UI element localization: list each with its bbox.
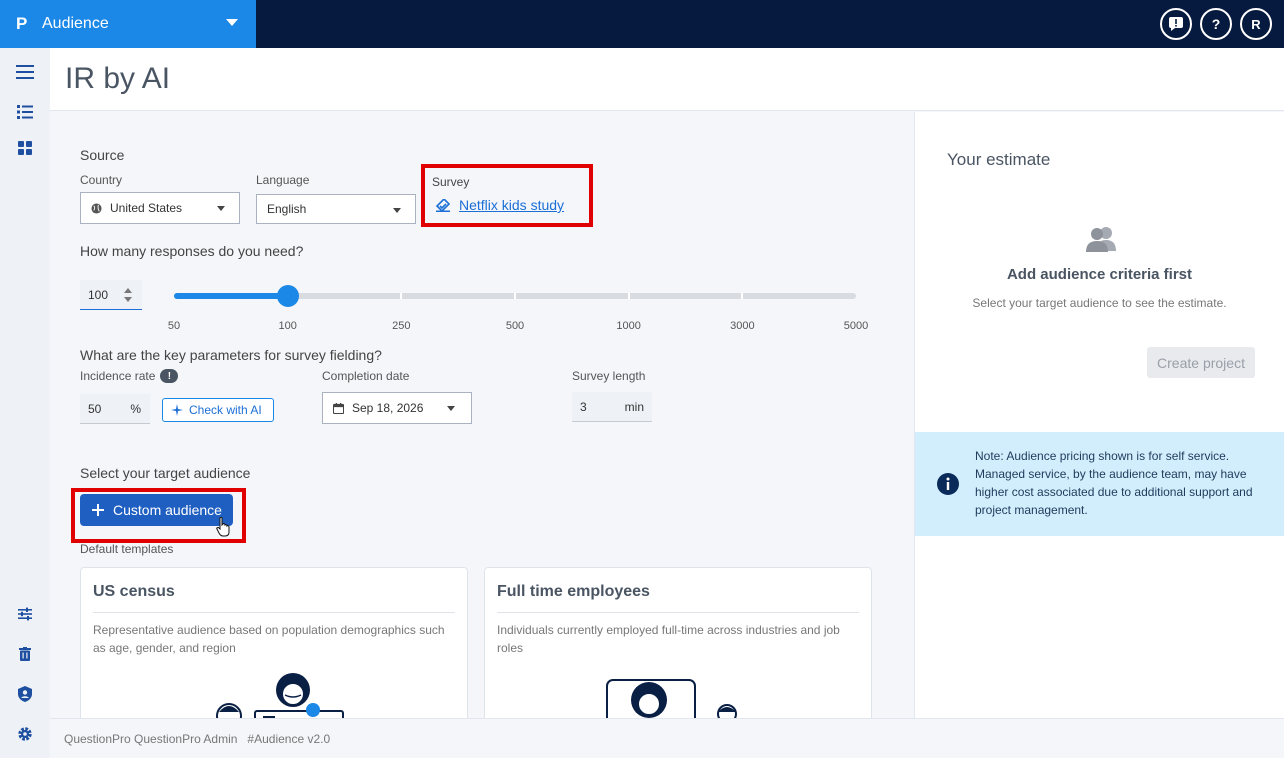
users-icon xyxy=(1086,227,1116,252)
footer: QuestionPro QuestionPro Admin #Audience … xyxy=(50,718,1284,758)
gear-icon[interactable] xyxy=(15,724,35,744)
incidence-unit: % xyxy=(130,401,141,416)
language-value: English xyxy=(267,202,307,216)
plus-icon xyxy=(92,504,104,516)
incidence-label: Incidence rate xyxy=(80,369,156,383)
page-title: IR by AI xyxy=(65,62,171,95)
slider-tick-label: 250 xyxy=(392,320,411,332)
incidence-label-row: Incidence rate ! xyxy=(80,369,179,383)
slider-tick-label: 3000 xyxy=(730,320,755,332)
country-label: Country xyxy=(80,173,123,187)
incidence-value: 50 xyxy=(88,401,102,416)
chevron-down-icon xyxy=(393,208,401,213)
slider-tick xyxy=(514,293,516,299)
incidence-input[interactable]: 50 % xyxy=(80,394,150,424)
responses-value: 100 xyxy=(88,287,109,302)
estimate-empty-title: Add audience criteria first xyxy=(1006,266,1193,283)
survey-length-unit: min xyxy=(624,399,644,414)
slider-tick-label: 100 xyxy=(278,320,297,332)
pricing-note-text: Note: Audience pricing shown is for self… xyxy=(975,449,1253,517)
survey-link-text[interactable]: Netflix kids study xyxy=(459,197,564,213)
spinner-icon[interactable] xyxy=(123,287,133,303)
calendar-icon xyxy=(333,402,344,414)
templates-label: Default templates xyxy=(80,542,174,556)
chevron-down-icon xyxy=(447,406,455,411)
slider-tick xyxy=(741,293,744,299)
completion-value: Sep 18, 2026 xyxy=(352,401,424,415)
responses-slider[interactable] xyxy=(174,285,856,307)
pricing-note: Note: Audience pricing shown is for self… xyxy=(915,432,1284,536)
slider-tick-label: 500 xyxy=(505,320,525,332)
check-with-ai-button[interactable]: Check with AI xyxy=(162,398,274,422)
source-heading: Source xyxy=(80,147,125,163)
help-button[interactable]: ? xyxy=(1200,8,1232,40)
trash-icon[interactable] xyxy=(15,644,35,664)
completion-label: Completion date xyxy=(322,369,410,383)
check-with-ai-label: Check with AI xyxy=(189,403,262,417)
custom-audience-label: Custom audience xyxy=(113,502,222,518)
card-description: Representative audience based on populat… xyxy=(93,623,445,655)
survey-length-label: Survey length xyxy=(572,369,646,383)
footer-text: QuestionPro QuestionPro Admin #Audience … xyxy=(64,731,331,746)
slider-thumb[interactable] xyxy=(276,285,299,307)
survey-highlight xyxy=(421,164,593,227)
user-avatar[interactable]: R xyxy=(1240,8,1272,40)
dashboard-icon[interactable] xyxy=(15,138,35,158)
template-card-full-time-employees[interactable]: Full time employees Individuals currentl… xyxy=(484,567,872,718)
language-label: Language xyxy=(256,173,310,187)
survey-link[interactable]: Netflix kids study xyxy=(436,197,564,213)
page-header: IR by AI xyxy=(50,48,1284,111)
people-illustration-icon xyxy=(216,673,344,718)
left-rail xyxy=(0,48,50,758)
chat-alert-icon xyxy=(1169,17,1183,31)
sliders-icon[interactable] xyxy=(15,604,35,624)
estimate-panel: Your estimate Add audience criteria firs… xyxy=(914,112,1284,718)
language-select[interactable]: English xyxy=(256,194,416,224)
slider-tick-label: 5000 xyxy=(843,320,869,332)
slider-tick-label: 1000 xyxy=(616,320,641,332)
card-title: US census xyxy=(93,583,175,600)
chevron-down-icon xyxy=(217,206,225,211)
template-card-us-census[interactable]: US census Representative audience based … xyxy=(80,567,468,718)
slider-tick xyxy=(400,293,403,299)
employee-illustration-icon xyxy=(606,679,737,718)
slider-tick xyxy=(627,293,630,299)
globe-icon xyxy=(91,202,102,214)
audience-heading: Select your target audience xyxy=(80,465,251,481)
menu-icon[interactable] xyxy=(15,62,35,82)
app-switcher[interactable]: P Audience xyxy=(0,0,256,48)
shield-user-icon[interactable] xyxy=(15,684,35,704)
info-icon xyxy=(937,473,959,495)
survey-icon xyxy=(436,198,450,212)
main-panel: Source Country United States Language En… xyxy=(50,112,913,718)
info-alert-icon[interactable]: ! xyxy=(160,369,179,383)
list-icon[interactable] xyxy=(15,102,35,122)
top-bar: P Audience ? R xyxy=(0,0,1284,48)
hand-cursor-icon xyxy=(216,517,230,537)
create-project-button[interactable]: Create project xyxy=(1147,347,1255,378)
country-value: United States xyxy=(110,201,183,215)
survey-label: Survey xyxy=(432,175,470,189)
slider-tick-label: 50 xyxy=(167,320,181,332)
sparkle-icon xyxy=(171,404,183,416)
card-description: Individuals currently employed full-time… xyxy=(497,623,840,655)
country-select[interactable]: United States xyxy=(80,192,240,224)
app-name: Audience xyxy=(42,15,109,32)
chevron-down-icon xyxy=(226,19,238,26)
brand-logo-icon: P xyxy=(16,14,28,33)
estimate-empty-desc: Select your target audience to see the e… xyxy=(972,296,1227,310)
survey-length-value: 3 xyxy=(580,399,587,414)
responses-input[interactable]: 100 xyxy=(80,280,142,310)
feedback-button[interactable] xyxy=(1160,8,1192,40)
survey-length-input[interactable]: 3 min xyxy=(572,392,652,422)
params-question: What are the key parameters for survey f… xyxy=(80,347,382,363)
card-divider xyxy=(93,612,455,613)
card-divider xyxy=(497,612,859,613)
completion-date-picker[interactable]: Sep 18, 2026 xyxy=(322,392,472,424)
responses-question: How many responses do you need? xyxy=(80,243,304,259)
custom-audience-button[interactable]: Custom audience xyxy=(80,494,233,526)
slider-fill xyxy=(174,293,288,299)
estimate-heading: Your estimate xyxy=(947,150,1051,169)
card-title: Full time employees xyxy=(497,583,650,600)
